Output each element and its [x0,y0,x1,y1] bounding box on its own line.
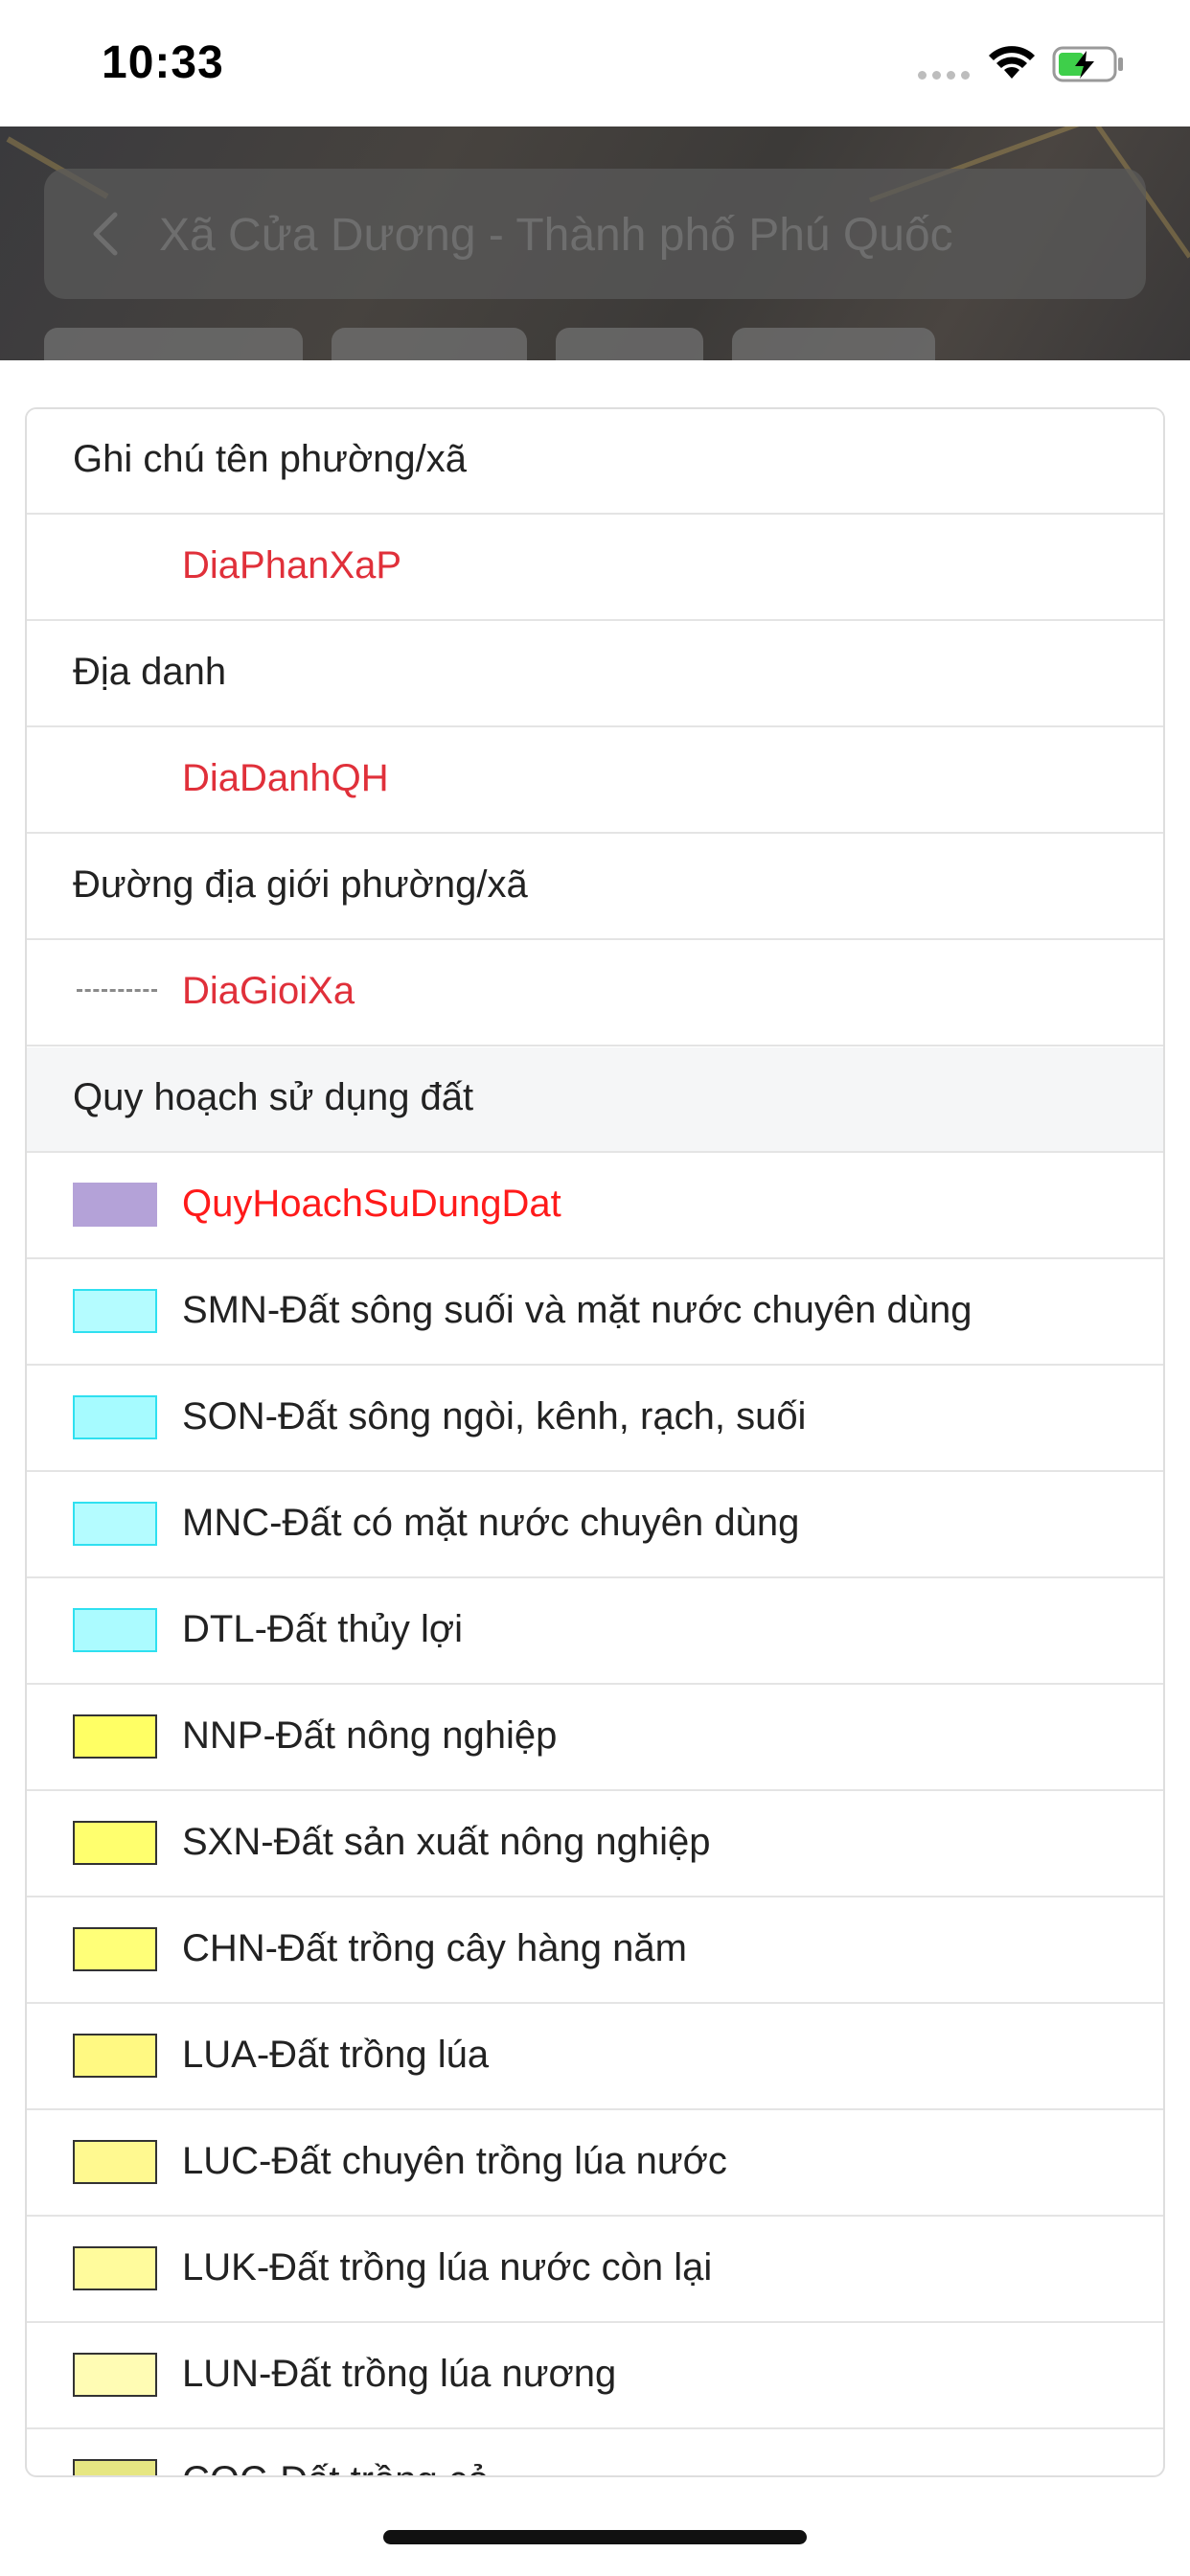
legend-item-label: LUK-Đất trồng lúa nước còn lại [182,2246,713,2288]
legend-item: SON-Đất sông ngòi, kênh, rạch, suối [27,1367,1163,1472]
legend-item-label: CHN-Đất trồng cây hàng năm [182,1927,687,1969]
legend-item-label: QuyHoachSuDungDat [182,1183,561,1225]
legend-item-label: SON-Đất sông ngòi, kênh, rạch, suối [182,1395,807,1438]
legend-item-label: NNP-Đất nông nghiệp [182,1714,558,1757]
color-swatch [73,1821,157,1865]
legend-group-label: Địa danh [73,651,227,693]
legend-item: NNP-Đất nông nghiệp [27,1686,1163,1791]
map-header: Xã Cửa Dương - Thành phố Phú Quốc [0,126,1190,360]
color-swatch [73,2034,157,2078]
legend-item-label: MNC-Đất có mặt nước chuyên dùng [182,1502,800,1544]
legend-item: DiaPhanXaP [27,516,1163,621]
legend-group-label: Ghi chú tên phường/xã [73,438,468,480]
legend-group-header[interactable]: Ghi chú tên phường/xã [27,409,1163,515]
legend-item-label: LUC-Đất chuyên trồng lúa nước [182,2140,727,2182]
location-title: Xã Cửa Dương - Thành phố Phú Quốc [159,210,953,261]
wifi-icon [989,46,1035,79]
legend-item-label: DiaDanhQH [182,757,389,799]
filter-chip-1[interactable] [44,328,303,360]
cellular-signal-icon [918,71,970,80]
legend-item: LUK-Đất trồng lúa nước còn lại [27,2218,1163,2323]
legend-item: CHN-Đất trồng cây hàng năm [27,1898,1163,2004]
legend-group-header[interactable]: Quy hoạch sử dụng đất [27,1047,1163,1153]
legend-item-label: COC-Đất trồng cỏ [182,2459,489,2475]
back-chevron-icon[interactable] [82,209,132,259]
legend-group-label: Đường địa giới phường/xã [73,863,528,906]
filter-chip-2[interactable] [332,328,527,360]
legend-item: DTL-Đất thủy lợi [27,1579,1163,1685]
search-bar[interactable]: Xã Cửa Dương - Thành phố Phú Quốc [44,169,1146,299]
status-bar: 10:33 [0,0,1190,126]
filter-chip-4[interactable] [732,328,935,360]
color-swatch [73,2246,157,2290]
legend-item-label: SMN-Đất sông suối và mặt nước chuyên dùn… [182,1289,973,1331]
legend-item: MNC-Đất có mặt nước chuyên dùng [27,1473,1163,1578]
legend-item: DiaGioiXa [27,941,1163,1046]
legend-item-label: DiaGioiXa [182,970,355,1012]
legend-item: QuyHoachSuDungDat [27,1154,1163,1259]
color-swatch [73,1608,157,1652]
battery-charging-icon [1052,46,1123,82]
legend-group-label: Quy hoạch sử dụng đất [73,1076,474,1118]
color-swatch [73,2353,157,2397]
color-swatch [73,2140,157,2184]
color-swatch [73,1289,157,1333]
legend-item: LUC-Đất chuyên trồng lúa nước [27,2111,1163,2217]
legend-item-label: DiaPhanXaP [182,544,402,586]
color-swatch [73,1927,157,1971]
color-swatch [73,2459,157,2475]
status-time: 10:33 [102,37,224,88]
legend-item: DiaDanhQH [27,728,1163,834]
color-swatch [73,1395,157,1439]
legend-group-header[interactable]: Đường địa giới phường/xã [27,835,1163,940]
legend-item-label: LUN-Đất trồng lúa nương [182,2353,617,2395]
legend-item-label: DTL-Đất thủy lợi [182,1608,463,1650]
color-swatch [73,1502,157,1546]
legend-panel[interactable]: Ghi chú tên phường/xã DiaPhanXaP Địa danh D… [25,407,1165,2477]
legend-item: SMN-Đất sông suối và mặt nước chuyên dùn… [27,1260,1163,1366]
legend-item: SXN-Đất sản xuất nông nghiệp [27,1792,1163,1898]
home-indicator [383,2530,807,2544]
legend-item-label: LUA-Đất trồng lúa [182,2034,490,2076]
color-swatch [73,1183,157,1227]
legend-item: LUA-Đất trồng lúa [27,2005,1163,2110]
dashed-line-swatch [77,989,157,992]
filter-chip-3[interactable] [556,328,703,360]
color-swatch [73,1714,157,1759]
legend-item: COC-Đất trồng cỏ [27,2430,1163,2475]
legend-item-label: SXN-Đất sản xuất nông nghiệp [182,1821,711,1863]
legend-item: LUN-Đất trồng lúa nương [27,2324,1163,2429]
legend-group-header[interactable]: Địa danh [27,622,1163,727]
